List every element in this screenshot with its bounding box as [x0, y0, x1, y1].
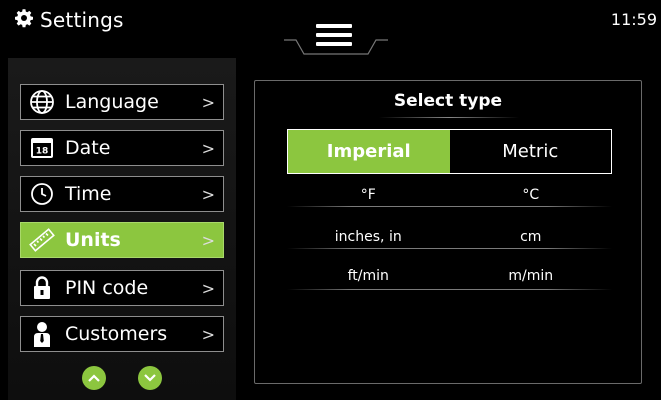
sidebar-item-pin-code[interactable]: PIN code > — [20, 270, 224, 306]
lock-icon — [25, 271, 59, 305]
calendar-icon: 18 — [25, 131, 59, 165]
chevron-up-icon[interactable] — [82, 366, 106, 390]
sidebar-item-label: PIN code — [65, 277, 149, 299]
chevron-right-icon: > — [201, 138, 215, 158]
metric-option-button[interactable]: Metric — [450, 130, 612, 173]
unit-type-toggle: Imperial Metric — [287, 129, 612, 174]
chevron-right-icon: > — [201, 324, 215, 344]
imperial-value: °F — [360, 187, 376, 203]
imperial-value: inches, in — [334, 229, 402, 245]
ruler-icon — [25, 223, 59, 257]
chevron-right-icon: > — [201, 92, 215, 112]
gear-icon — [14, 8, 34, 32]
globe-icon — [25, 85, 59, 119]
imperial-value: ft/min — [347, 268, 389, 284]
row-divider — [287, 289, 612, 290]
row-divider — [287, 206, 612, 207]
hamburger-menu-icon[interactable] — [314, 22, 354, 48]
sidebar-item-language[interactable]: Language > — [20, 84, 224, 120]
clock: 11:59 — [610, 10, 657, 29]
row-divider — [287, 248, 612, 249]
unit-row-speed: ft/min m/min — [287, 268, 612, 296]
sidebar-item-label: Units — [65, 229, 121, 251]
select-type-panel: Select type Imperial Metric °F °C inches… — [254, 80, 642, 384]
sidebar-item-label: Language — [65, 91, 159, 113]
sidebar-item-label: Date — [65, 137, 111, 159]
svg-text:18: 18 — [36, 147, 49, 157]
unit-row-temperature: °F °C — [287, 187, 612, 215]
main-content: Select type Imperial Metric °F °C inches… — [236, 58, 661, 400]
title-divider — [379, 117, 519, 118]
sidebar-item-date[interactable]: 18 Date > — [20, 130, 224, 166]
chevron-down-icon[interactable] — [138, 366, 162, 390]
panel-title: Select type — [393, 91, 503, 111]
unit-row-length: inches, in cm — [287, 229, 612, 257]
clock-icon — [25, 177, 59, 211]
sidebar-item-label: Customers — [65, 323, 168, 345]
person-icon — [25, 317, 59, 351]
sidebar-item-units[interactable]: Units > — [20, 222, 224, 258]
chevron-right-icon: > — [201, 184, 215, 204]
metric-value: m/min — [508, 268, 554, 284]
header-title-group: Settings — [14, 8, 124, 32]
metric-value: °C — [522, 187, 540, 203]
imperial-option-button[interactable]: Imperial — [288, 130, 450, 173]
chevron-right-icon: > — [201, 230, 215, 250]
sidebar: Language > 18 Date > Time > Units > PIN … — [8, 58, 236, 400]
chevron-right-icon: > — [201, 278, 215, 298]
sidebar-item-customers[interactable]: Customers > — [20, 316, 224, 352]
metric-value: cm — [520, 229, 542, 245]
sidebar-item-time[interactable]: Time > — [20, 176, 224, 212]
page-title: Settings — [40, 8, 124, 32]
sidebar-item-label: Time — [65, 183, 112, 205]
